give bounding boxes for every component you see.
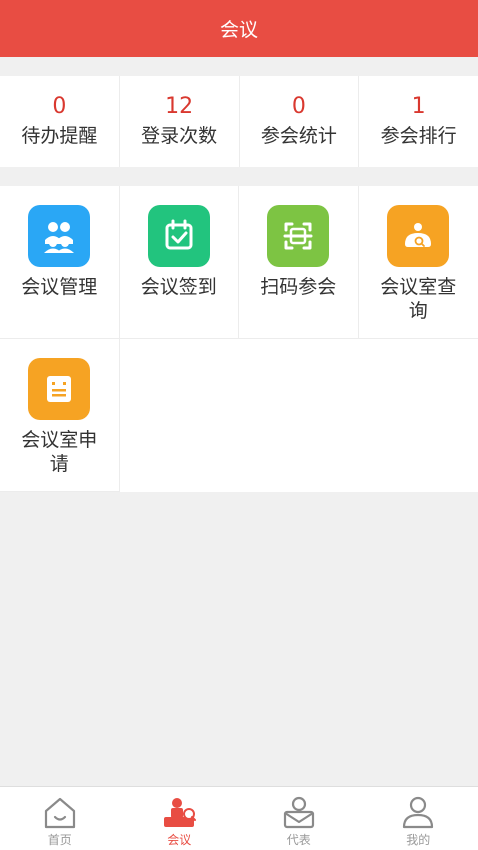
stat-label: 参会统计 (260, 125, 337, 147)
empty-cell (119, 339, 239, 492)
tile-label: 会议室查询 (380, 276, 457, 322)
feature-grid: 会议管理 会议签到 扫码参会 会议室查询 会议室申请 (0, 186, 478, 492)
home-icon (44, 797, 75, 829)
page-title: 会议 (219, 19, 258, 41)
representative-icon (283, 796, 314, 829)
stat-value: 0 (52, 94, 67, 119)
tab-meeting[interactable]: 会议 (120, 787, 240, 850)
stats-bar: 0 待办提醒 12 登录次数 0 参会统计 1 参会排行 (0, 76, 478, 167)
stat-value: 1 (411, 94, 426, 119)
tile-label: 扫码参会 (260, 276, 337, 298)
stat-label: 待办提醒 (21, 125, 98, 147)
tab-profile[interactable]: 我的 (359, 787, 478, 850)
meeting-icon (164, 798, 197, 827)
stat-label: 登录次数 (141, 125, 218, 147)
calendar-check-icon (147, 205, 210, 267)
tile-scan-join[interactable]: 扫码参会 (239, 186, 359, 339)
tab-representative[interactable]: 代表 (239, 787, 359, 850)
stat-attendance[interactable]: 0 参会统计 (240, 76, 360, 167)
empty-cell (239, 339, 359, 492)
stat-login-count[interactable]: 12 登录次数 (120, 76, 240, 167)
tile-label: 会议室申请 (21, 429, 98, 475)
tile-meeting-checkin[interactable]: 会议签到 (119, 186, 239, 339)
profile-icon (403, 796, 434, 829)
app-header: 会议 (0, 0, 478, 57)
tab-label: 会议 (167, 833, 192, 847)
stat-label: 参会排行 (380, 125, 457, 147)
form-icon (28, 358, 91, 420)
tab-home[interactable]: 首页 (0, 787, 120, 850)
stat-ranking[interactable]: 1 参会排行 (359, 76, 478, 167)
tab-label: 代表 (286, 833, 311, 847)
tile-meeting-management[interactable]: 会议管理 (0, 186, 120, 339)
scan-icon (267, 205, 330, 267)
stat-todo-reminder[interactable]: 0 待办提醒 (0, 76, 120, 167)
tab-label: 首页 (47, 833, 72, 847)
empty-cell (358, 339, 478, 492)
tile-room-query[interactable]: 会议室查询 (358, 186, 478, 339)
tile-label: 会议签到 (140, 276, 217, 298)
stat-value: 12 (165, 94, 194, 119)
room-search-icon (387, 205, 450, 267)
tile-room-application[interactable]: 会议室申请 (0, 339, 120, 492)
people-icon (28, 205, 91, 267)
tab-label: 我的 (406, 833, 431, 847)
bottom-tab-bar: 首页 会议 代表 我的 (0, 786, 478, 850)
stat-value: 0 (291, 94, 306, 119)
tile-label: 会议管理 (21, 276, 98, 298)
